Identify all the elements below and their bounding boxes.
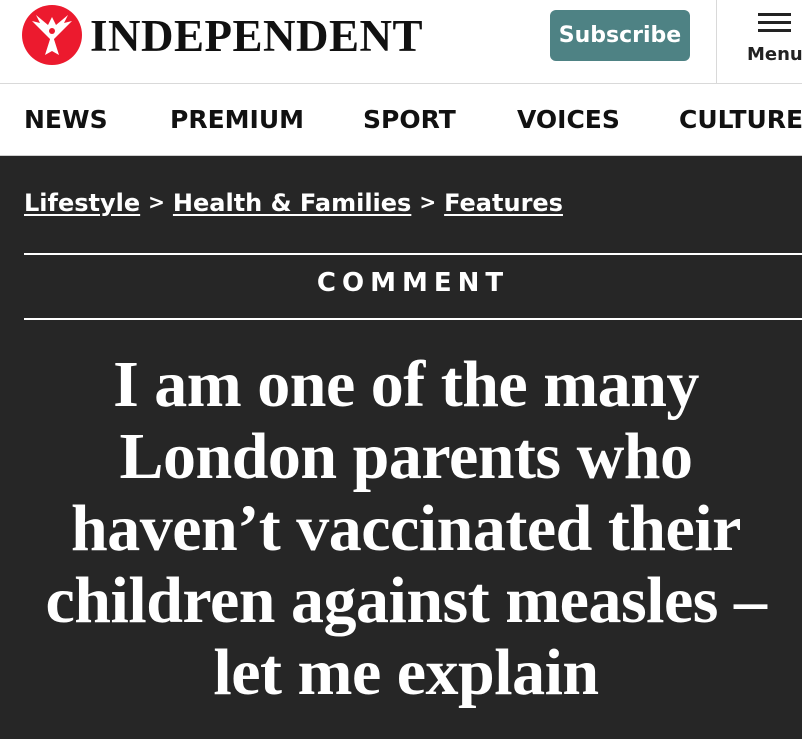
hamburger-icon [758, 13, 791, 37]
section-label[interactable]: COMMENT [24, 268, 802, 298]
article-header: Lifestyle > Health & Families > Features COM… [0, 156, 802, 739]
nav-item-culture[interactable]: CULTURE [679, 105, 802, 134]
nav-item-voices[interactable]: VOICES [517, 105, 620, 134]
menu-button[interactable]: Menu [740, 10, 802, 70]
logo-wordmark: INDEPENDENT [90, 10, 424, 61]
header-divider [716, 0, 717, 84]
breadcrumb-health-families[interactable]: Health & Families [173, 189, 411, 217]
site-header: INDEPENDENT Subscribe Menu [0, 0, 802, 84]
nav-item-premium[interactable]: PREMIUM [170, 105, 304, 134]
nav-item-news[interactable]: NEWS [24, 105, 108, 134]
section-rule-top [24, 253, 802, 255]
main-nav: NEWS PREMIUM SPORT VOICES CULTURE [0, 84, 802, 156]
section-rule-bottom [24, 318, 802, 320]
breadcrumb-separator: > [419, 190, 437, 214]
subscribe-button[interactable]: Subscribe [550, 10, 690, 61]
site-logo[interactable]: INDEPENDENT [22, 5, 423, 65]
breadcrumb: Lifestyle > Health & Families > Features [24, 189, 563, 217]
article-headline: I am one of the many London parents who … [45, 348, 767, 709]
breadcrumb-separator: > [148, 190, 165, 214]
eagle-icon [22, 5, 82, 65]
nav-item-sport[interactable]: SPORT [363, 105, 456, 134]
breadcrumb-features[interactable]: Features [444, 189, 563, 217]
breadcrumb-lifestyle[interactable]: Lifestyle [24, 189, 140, 217]
menu-label: Menu [747, 44, 802, 65]
